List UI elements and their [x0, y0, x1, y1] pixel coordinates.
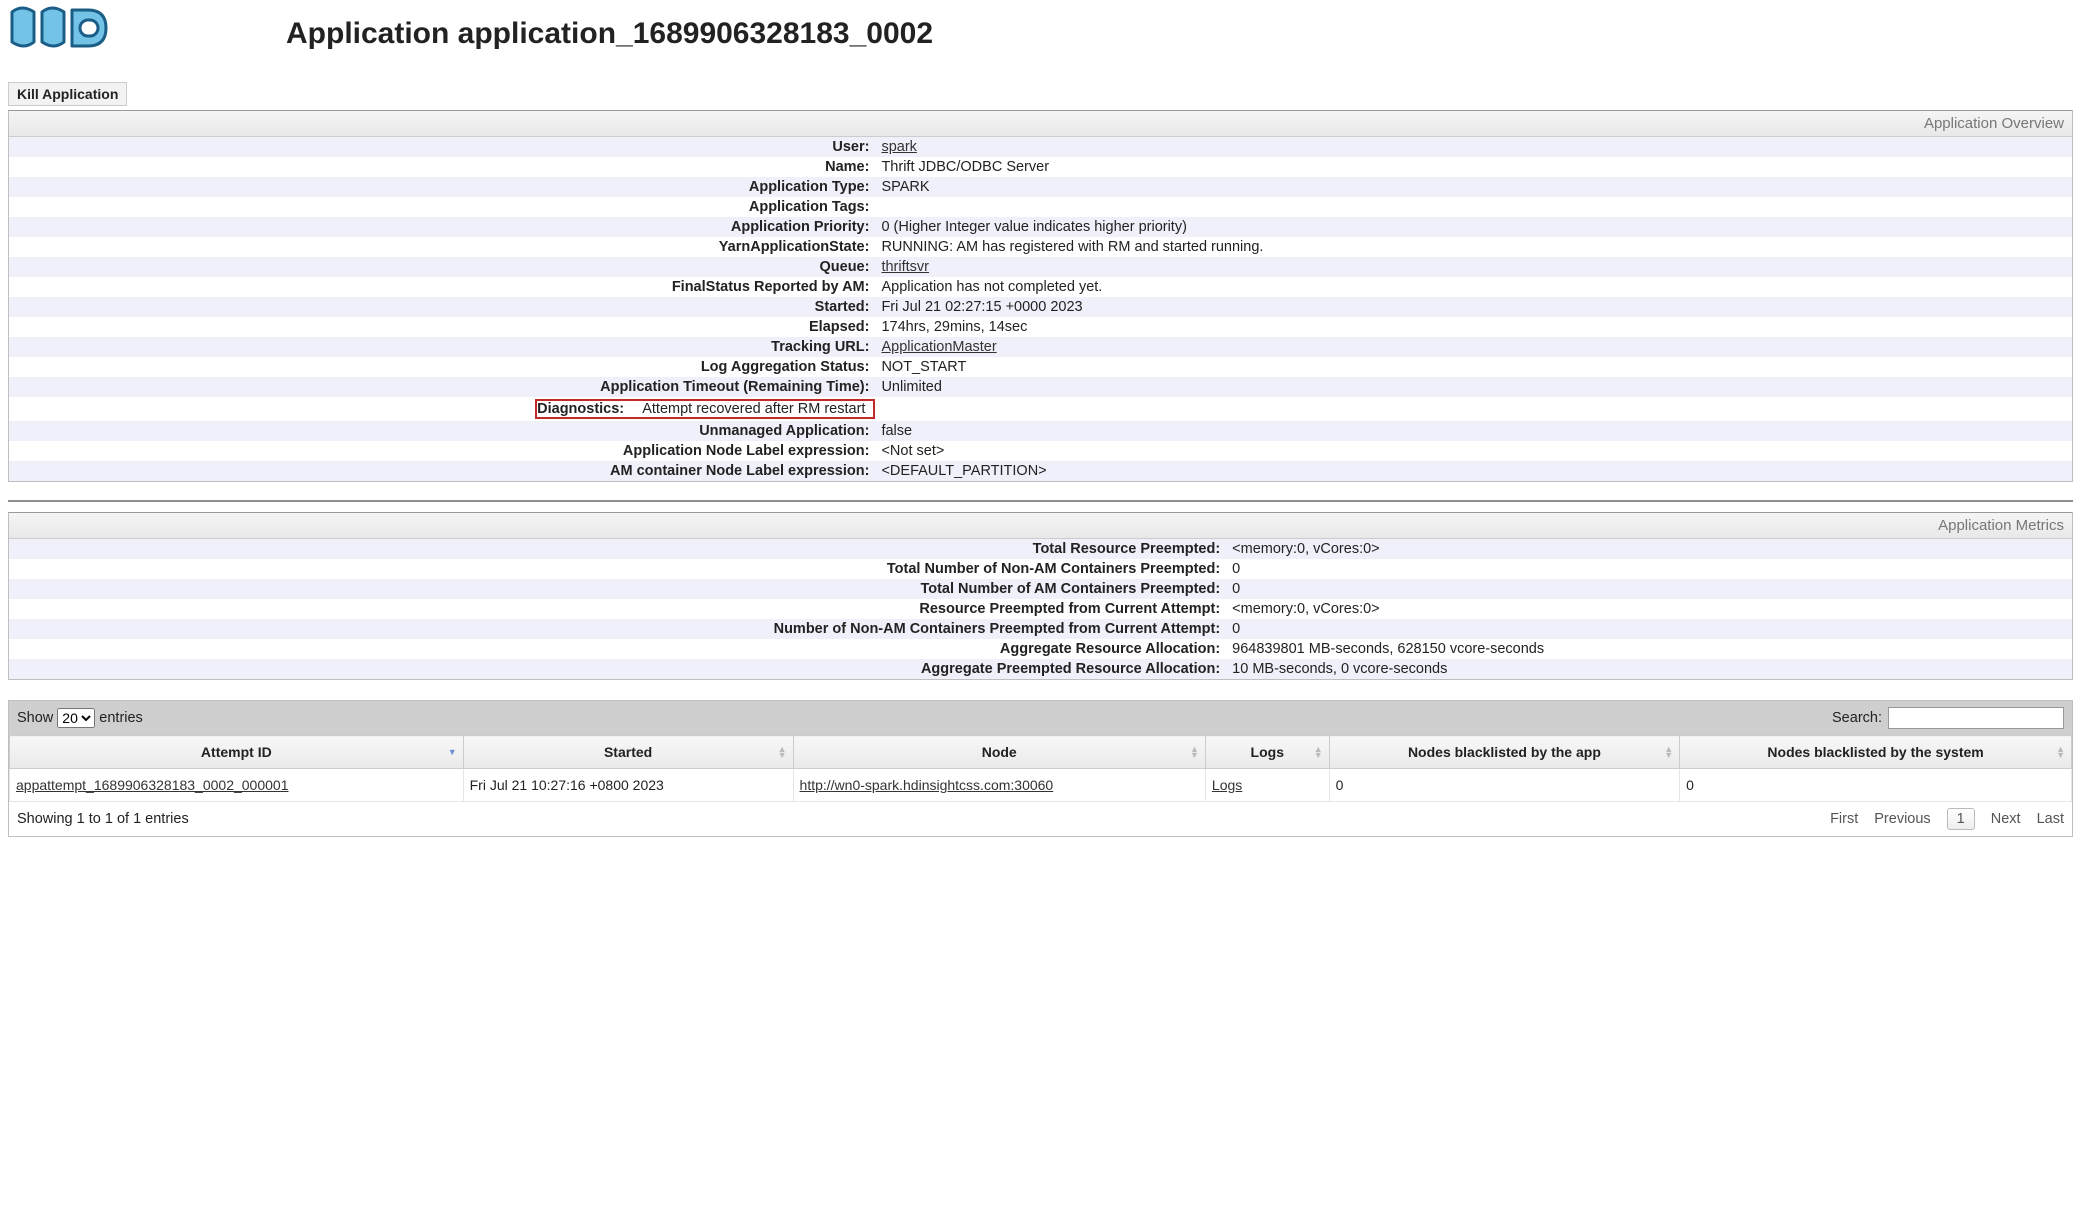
table-info: Showing 1 to 1 of 1 entries: [17, 811, 189, 827]
attempts-panel: Show 20 entries Search: Attempt ID ▼: [8, 700, 2073, 837]
value-name: Thrift JDBC/ODBC Server: [875, 157, 2072, 177]
value-unmanaged: false: [875, 421, 2072, 441]
label-resource-preempted-current: Resource Preempted from Current Attempt:: [9, 599, 1226, 619]
label-total-am-preempted: Total Number of AM Containers Preempted:: [9, 579, 1226, 599]
value-nonam-preempted-current: 0: [1226, 619, 2072, 639]
col-attempt-id[interactable]: Attempt ID ▼: [10, 736, 464, 769]
col-blacklist-app[interactable]: Nodes blacklisted by the app ▲▼: [1329, 736, 1680, 769]
cell-started: Fri Jul 21 10:27:16 +0800 2023: [463, 769, 793, 802]
pager: First Previous 1 Next Last: [1830, 808, 2064, 830]
value-timeout: Unlimited: [875, 377, 2072, 397]
value-total-resource-preempted: <memory:0, vCores:0>: [1226, 539, 2072, 559]
label-queue: Queue:: [9, 257, 875, 277]
cell-node[interactable]: http://wn0-spark.hdinsightcss.com:30060: [800, 777, 1054, 793]
value-yarn-state: RUNNING: AM has registered with RM and s…: [875, 237, 2072, 257]
entries-select[interactable]: 20: [57, 708, 95, 728]
label-tracking-url: Tracking URL:: [9, 337, 875, 357]
pager-next[interactable]: Next: [1991, 811, 2021, 827]
sort-both-icon: ▲▼: [2056, 746, 2065, 758]
value-agg-preempted-alloc: 10 MB-seconds, 0 vcore-seconds: [1226, 659, 2072, 679]
label-log-agg: Log Aggregation Status:: [9, 357, 875, 377]
show-entries-prefix: Show: [17, 710, 53, 726]
sort-both-icon: ▲▼: [778, 746, 787, 758]
table-row: appattempt_1689906328183_0002_000001 Fri…: [10, 769, 2072, 802]
value-app-tags: [875, 197, 2072, 217]
label-started: Started:: [9, 297, 875, 317]
label-agg-resource-alloc: Aggregate Resource Allocation:: [9, 639, 1226, 659]
value-tracking-url[interactable]: ApplicationMaster: [881, 339, 996, 355]
overview-panel-title: Application Overview: [9, 111, 2072, 137]
label-name: Name:: [9, 157, 875, 177]
value-am-node-label: <DEFAULT_PARTITION>: [875, 461, 2072, 481]
label-yarn-state: YarnApplicationState:: [9, 237, 875, 257]
col-started[interactable]: Started ▲▼: [463, 736, 793, 769]
label-app-node-label: Application Node Label expression:: [9, 441, 875, 461]
col-logs[interactable]: Logs ▲▼: [1205, 736, 1329, 769]
col-node[interactable]: Node ▲▼: [793, 736, 1205, 769]
cell-blacklist-system: 0: [1680, 769, 2072, 802]
sort-both-icon: ▲▼: [1190, 746, 1199, 758]
sort-both-icon: ▲▼: [1664, 746, 1673, 758]
sort-both-icon: ▲▼: [1314, 746, 1323, 758]
value-agg-resource-alloc: 964839801 MB-seconds, 628150 vcore-secon…: [1226, 639, 2072, 659]
application-overview-panel: Application Overview User: spark Name: T…: [8, 110, 2073, 482]
label-app-type: Application Type:: [9, 177, 875, 197]
label-final-status: FinalStatus Reported by AM:: [9, 277, 875, 297]
application-metrics-panel: Application Metrics Total Resource Preem…: [8, 512, 2073, 680]
page-title: Application application_1689906328183_00…: [286, 17, 933, 51]
value-elapsed: 174hrs, 29mins, 14sec: [875, 317, 2072, 337]
cell-logs[interactable]: Logs: [1212, 777, 1242, 793]
value-priority: 0 (Higher Integer value indicates higher…: [875, 217, 2072, 237]
label-am-node-label: AM container Node Label expression:: [9, 461, 875, 481]
col-blacklist-system[interactable]: Nodes blacklisted by the system ▲▼: [1680, 736, 2072, 769]
label-priority: Application Priority:: [9, 217, 875, 237]
label-user: User:: [9, 137, 875, 157]
value-diagnostics: Attempt recovered after RM restart: [642, 401, 865, 417]
divider: [8, 500, 2073, 502]
show-entries-suffix: entries: [99, 710, 143, 726]
value-queue[interactable]: thriftsvr: [881, 259, 929, 275]
value-total-am-preempted: 0: [1226, 579, 2072, 599]
value-final-status: Application has not completed yet.: [875, 277, 2072, 297]
sort-asc-icon: ▼: [448, 749, 457, 755]
label-total-nonam-preempted: Total Number of Non-AM Containers Preemp…: [9, 559, 1226, 579]
cell-attempt-id[interactable]: appattempt_1689906328183_0002_000001: [16, 777, 289, 793]
value-app-node-label: <Not set>: [875, 441, 2072, 461]
pager-last[interactable]: Last: [2037, 811, 2064, 827]
metrics-panel-title: Application Metrics: [9, 513, 2072, 539]
label-app-tags: Application Tags:: [9, 197, 875, 217]
label-diagnostics: Diagnostics:: [537, 401, 630, 417]
label-elapsed: Elapsed:: [9, 317, 875, 337]
label-nonam-preempted-current: Number of Non-AM Containers Preempted fr…: [9, 619, 1226, 639]
label-total-resource-preempted: Total Resource Preempted:: [9, 539, 1226, 559]
label-timeout: Application Timeout (Remaining Time):: [9, 377, 875, 397]
cell-blacklist-app: 0: [1329, 769, 1680, 802]
label-agg-preempted-alloc: Aggregate Preempted Resource Allocation:: [9, 659, 1226, 679]
value-total-nonam-preempted: 0: [1226, 559, 2072, 579]
value-started: Fri Jul 21 02:27:15 +0000 2023: [875, 297, 2072, 317]
value-user[interactable]: spark: [881, 139, 916, 155]
hadoop-logo: [8, 4, 116, 56]
pager-previous[interactable]: Previous: [1874, 811, 1930, 827]
diagnostics-highlight: Diagnostics: Attempt recovered after RM …: [535, 399, 875, 419]
search-input[interactable]: [1888, 707, 2064, 729]
value-log-agg: NOT_START: [875, 357, 2072, 377]
search-label: Search:: [1832, 710, 1882, 726]
kill-application-button[interactable]: Kill Application: [8, 82, 127, 106]
value-app-type: SPARK: [875, 177, 2072, 197]
pager-page[interactable]: 1: [1947, 808, 1975, 830]
value-resource-preempted-current: <memory:0, vCores:0>: [1226, 599, 2072, 619]
pager-first[interactable]: First: [1830, 811, 1858, 827]
label-unmanaged: Unmanaged Application:: [9, 421, 875, 441]
